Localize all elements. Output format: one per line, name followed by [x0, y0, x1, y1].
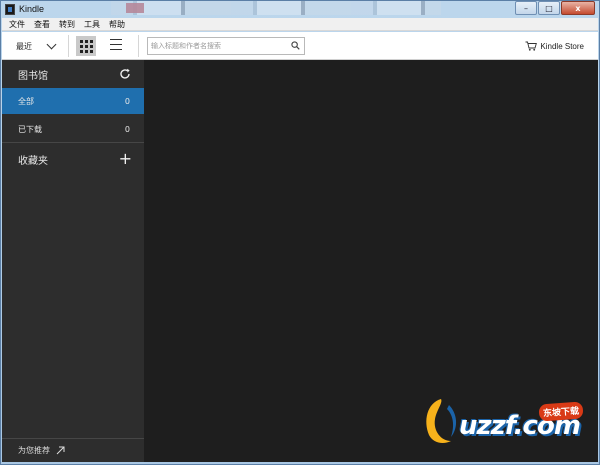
cart-icon: [525, 41, 538, 51]
list-view-button[interactable]: [110, 39, 122, 51]
watermark-logo: uzzf.com 东坡下载: [413, 389, 593, 459]
title-bar-background: [111, 1, 441, 15]
menu-view[interactable]: 查看: [34, 19, 50, 30]
search-input[interactable]: [151, 40, 286, 52]
kindle-window: Kindle – □ x 文件 查看 转到 工具 帮助 最近 输入标题和作者名搜…: [0, 0, 600, 465]
toolbar: 最近 Kindle Store: [2, 32, 598, 60]
collections-title: 收藏夹: [18, 155, 48, 167]
kindle-store-link[interactable]: Kindle Store: [525, 32, 584, 60]
uzzf-logo-icon: [426, 399, 457, 443]
close-button[interactable]: x: [561, 1, 595, 15]
sidebar-item-count: 0: [124, 96, 130, 106]
sidebar-item-count: 0: [124, 124, 130, 134]
search-box: [147, 37, 305, 55]
sidebar-item-downloaded[interactable]: 已下载 0: [2, 116, 144, 142]
toolbar-divider: [138, 35, 139, 57]
minimize-button[interactable]: –: [515, 1, 537, 15]
arrow-up-right-icon: [56, 446, 65, 455]
menu-tools[interactable]: 工具: [84, 19, 100, 30]
title-bar[interactable]: Kindle – □ x: [1, 1, 599, 18]
menu-help[interactable]: 帮助: [109, 19, 125, 30]
menu-bar: 文件 查看 转到 工具 帮助: [2, 18, 598, 31]
watermark-badge: 东坡下载: [538, 401, 584, 422]
recommended-link[interactable]: 为您推荐: [2, 438, 144, 462]
sidebar-divider: [2, 142, 144, 143]
sidebar: 图书馆 全部 0 已下载 0 收藏夹 + 为您推荐: [2, 60, 144, 462]
toolbar-divider: [68, 35, 69, 57]
sidebar-item-all[interactable]: 全部 0: [2, 88, 144, 114]
menu-goto[interactable]: 转到: [59, 19, 75, 30]
collections-header: 收藏夹 +: [2, 146, 144, 172]
library-header: 图书馆: [2, 60, 144, 88]
kindle-app-icon: [5, 4, 15, 15]
search-icon[interactable]: [291, 41, 300, 50]
grid-icon: [79, 39, 83, 43]
maximize-button[interactable]: □: [538, 1, 560, 15]
library-title: 图书馆: [18, 70, 48, 82]
recommended-label: 为您推荐: [18, 446, 50, 455]
menu-file[interactable]: 文件: [9, 19, 25, 30]
list-icon: [110, 39, 122, 40]
store-label: Kindle Store: [540, 41, 584, 51]
grid-view-button[interactable]: [76, 36, 96, 56]
sync-icon[interactable]: [119, 68, 131, 80]
chevron-down-icon: [46, 39, 57, 49]
add-collection-icon[interactable]: +: [119, 151, 132, 167]
sort-label: 最近: [16, 41, 32, 51]
window-title: Kindle: [19, 4, 45, 14]
sidebar-item-label: 全部: [18, 96, 34, 106]
sidebar-item-label: 已下载: [18, 124, 42, 134]
sort-dropdown[interactable]: 最近: [16, 32, 57, 60]
